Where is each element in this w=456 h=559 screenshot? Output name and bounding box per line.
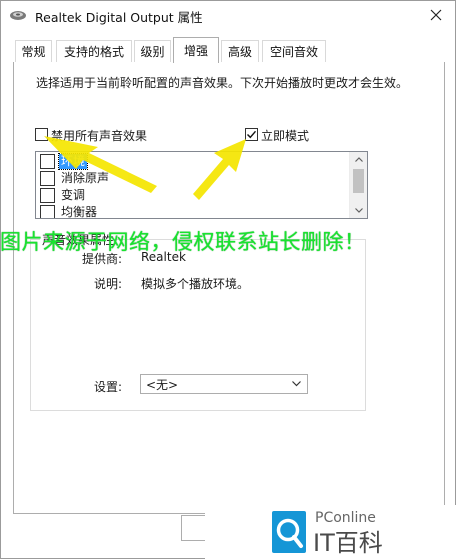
effect-label: 均衡器 [61, 205, 98, 219]
effect-checkbox[interactable] [40, 188, 55, 203]
immediate-mode-checkbox[interactable] [245, 128, 258, 141]
effect-label: 消除原声 [61, 171, 110, 185]
tab-enhancements[interactable]: 增强 [173, 37, 219, 63]
tab-advanced[interactable]: 高级 [221, 40, 259, 62]
scroll-up-button[interactable] [350, 152, 367, 167]
chevron-down-icon [292, 381, 301, 387]
close-icon [430, 9, 442, 21]
close-button[interactable] [420, 2, 452, 28]
tab-supported-formats[interactable]: 支持的格式 [56, 40, 132, 62]
effect-checkbox[interactable] [40, 154, 55, 169]
enhancements-description: 选择适用于当前聆听配置的声音效果。下次开始播放时更改才会生效。 [36, 76, 409, 90]
effects-list[interactable]: 环境 消除原声 变调 均衡器 [35, 151, 368, 219]
description-value: 模拟多个播放环境。 [141, 277, 250, 291]
tab-levels[interactable]: 级别 [134, 40, 171, 62]
setting-dropdown[interactable]: <无> [140, 374, 308, 394]
disable-all-checkbox[interactable] [35, 128, 48, 141]
scroll-thumb[interactable] [353, 169, 364, 193]
brand-it-baike-text: IT百科 [313, 529, 383, 557]
checkmark-icon [247, 130, 257, 139]
effect-label: 变调 [61, 188, 86, 202]
tab-spatial-sound[interactable]: 空间音效 [262, 40, 326, 62]
speaker-icon [9, 10, 27, 21]
list-scrollbar[interactable] [349, 152, 367, 218]
chevron-up-icon [354, 157, 363, 162]
list-item-voice-cancellation[interactable]: 消除原声 [40, 170, 111, 187]
description-label: 说明: [94, 277, 123, 291]
setting-selected-value: <无> [146, 377, 179, 392]
chevron-down-icon [354, 208, 363, 213]
effect-checkbox[interactable] [40, 205, 55, 218]
effect-checkbox[interactable] [40, 171, 55, 186]
tab-general[interactable]: 常规 [15, 40, 52, 62]
effect-label: 环境 [57, 153, 89, 170]
list-item-environment[interactable]: 环境 [40, 153, 89, 170]
window-title: Realtek Digital Output 属性 [35, 10, 203, 25]
setting-label: 设置: [94, 380, 123, 394]
disable-all-label[interactable]: 禁用所有声音效果 [51, 127, 147, 144]
watermark-text: 图片来源于网络，侵权联系站长删除！ [0, 230, 366, 254]
immediate-mode-label[interactable]: 立即模式 [261, 127, 309, 144]
list-item-pitch-shift[interactable]: 变调 [40, 187, 87, 204]
pconline-logo-icon [271, 510, 307, 554]
scroll-down-button[interactable] [350, 203, 367, 218]
list-item-equalizer[interactable]: 均衡器 [40, 204, 99, 219]
